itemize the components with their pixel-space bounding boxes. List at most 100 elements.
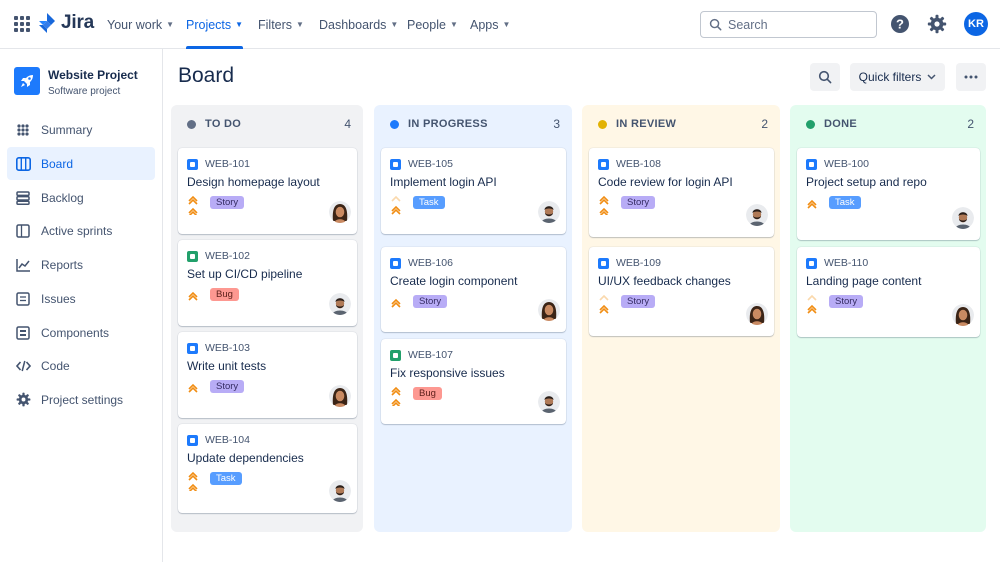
issue-key-text: WEB-107 [408,349,453,361]
assignee-avatar[interactable] [329,480,351,502]
board-column: IN REVIEW 2 WEB-108 Code review for login A… [582,105,780,532]
jira-logo-icon [39,13,55,33]
board-column: IN PROGRESS 3 WEB-105 Implement login API Ta… [374,105,572,532]
sprints-icon [15,223,31,239]
issue-card[interactable]: WEB-107 Fix responsive issues Bug [381,339,566,424]
nav-label: Your work [107,17,163,32]
user-avatar[interactable]: KR [964,12,988,36]
nav-your-work[interactable]: Your work ▼ [107,0,174,49]
sidebar-item-code[interactable]: Code [7,349,155,382]
more-options-button[interactable] [956,63,986,91]
project-sidebar: Website Project Software project Summary… [0,49,163,562]
issue-card[interactable]: WEB-102 Set up CI/CD pipeline Bug [178,240,357,326]
help-icon[interactable]: ? [889,13,911,35]
sidebar-item-label: Components [41,325,110,340]
assignee-avatar[interactable] [746,204,768,226]
quick-filters-label: Quick filters [858,70,922,84]
issue-summary: Write unit tests [187,359,267,373]
sidebar-item-project-settings[interactable]: Project settings [7,383,155,416]
issue-type-badge: Story [621,295,656,308]
rocket-icon [14,67,40,95]
issue-key: WEB-110 [806,257,868,269]
column-title: IN PROGRESS [408,118,488,130]
story-type-icon [806,257,817,269]
column-header: DONE 2 [790,105,986,143]
nav-filters[interactable]: Filters ▼ [258,0,304,49]
app-switcher-icon[interactable] [14,16,30,32]
assignee-avatar[interactable] [538,391,560,413]
quick-filters-button[interactable]: Quick filters [850,63,945,91]
issue-key: WEB-101 [187,158,250,170]
search-input[interactable] [728,17,868,32]
issue-key-text: WEB-106 [408,257,453,269]
column-header: TO DO 4 [171,105,363,143]
issue-summary: Code review for login API [598,175,733,189]
issue-type-badge: Story [829,295,864,308]
project-header[interactable]: Website Project Software project [14,67,138,97]
issue-type-badge: Story [210,380,245,393]
issue-key: WEB-107 [390,349,453,361]
story-type-icon [187,158,198,170]
sidebar-item-issues[interactable]: Issues [7,282,155,315]
issue-card[interactable]: WEB-110 Landing page content Story [797,247,980,337]
search-icon [709,18,722,31]
sidebar-item-summary[interactable]: Summary [7,113,155,146]
nav-apps[interactable]: Apps ▼ [470,0,510,49]
nav-label: Dashboards [319,17,387,32]
priority-high-icon [188,195,198,217]
issue-card[interactable]: WEB-108 Code review for login API Story [589,148,774,237]
column-header: IN REVIEW 2 [582,105,780,143]
issue-card[interactable]: WEB-100 Project setup and repo Task [797,148,980,240]
sidebar-item-board[interactable]: Board [7,147,155,180]
priority-medium-icon [188,380,198,400]
board-search-button[interactable] [810,63,840,91]
issue-key: WEB-106 [390,257,453,269]
sidebar-item-backlog[interactable]: Backlog [7,181,155,214]
global-search[interactable] [700,11,877,38]
issue-card[interactable]: WEB-103 Write unit tests Story [178,332,357,418]
issue-summary: Implement login API [390,175,497,189]
summary-icon [15,122,31,138]
issue-card[interactable]: WEB-104 Update dependencies Task [178,424,357,513]
issue-card[interactable]: WEB-105 Implement login API Task [381,148,566,234]
sidebar-item-label: Reports [41,257,84,272]
issue-summary: Set up CI/CD pipeline [187,267,303,281]
board-column: TO DO 4 WEB-101 Design homepage layout Story… [171,105,363,532]
issue-key-text: WEB-103 [205,342,250,354]
settings-gear-icon[interactable] [926,13,948,35]
column-title: DONE [824,118,857,130]
sidebar-item-reports[interactable]: Reports [7,248,155,281]
sidebar-item-active-sprints[interactable]: Active sprints [7,214,155,247]
column-header: IN PROGRESS 3 [374,105,572,143]
assignee-avatar[interactable] [746,303,768,325]
assignee-avatar[interactable] [952,207,974,229]
chevron-down-icon: ▼ [166,20,175,29]
page-title: Board [178,64,235,87]
assignee-avatar[interactable] [538,299,560,321]
column-status-dot [806,119,815,129]
priority-high-icon [391,386,401,408]
issue-card[interactable]: WEB-101 Design homepage layout Story [178,148,357,234]
chevron-down-icon: ▼ [296,20,304,29]
assignee-avatar[interactable] [329,293,351,315]
issue-key-text: WEB-109 [616,257,661,269]
settings-icon [15,392,31,408]
issue-key: WEB-105 [390,158,453,170]
assignee-avatar[interactable] [538,201,560,223]
assignee-avatar[interactable] [952,304,974,326]
sidebar-item-label: Code [41,358,70,373]
assignee-avatar[interactable] [329,201,351,223]
nav-label: People [407,17,446,32]
issue-card[interactable]: WEB-106 Create login component Story [381,247,566,332]
issues-icon [15,291,31,307]
issue-card[interactable]: WEB-109 UI/UX feedback changes Story [589,247,774,336]
sidebar-item-components[interactable]: Components [7,316,155,349]
nav-projects[interactable]: Projects ▼ [186,0,244,49]
jira-logo[interactable]: Jira [38,12,94,34]
issue-key: WEB-103 [187,342,250,354]
issue-type-badge: Bug [413,387,442,400]
nav-people[interactable]: People ▼ [407,0,458,49]
assignee-avatar[interactable] [329,385,351,407]
nav-dashboards[interactable]: Dashboards ▼ [319,0,398,49]
search-icon [818,70,832,84]
